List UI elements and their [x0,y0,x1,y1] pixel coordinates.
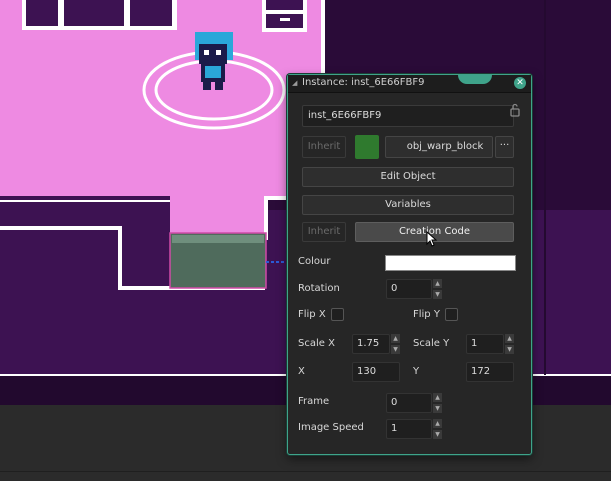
panel-accent-notch [458,75,492,84]
scalex-input[interactable]: 1.75 [352,334,390,354]
instance-name-field[interactable]: inst_6E66FBF9 [302,105,514,127]
object-more-button[interactable]: ··· [495,136,514,158]
scaley-input[interactable]: 1 [466,334,504,354]
rotation-label: Rotation [298,283,340,294]
panel-title: Instance: inst_6E66FBF9 [302,77,425,88]
collapse-triangle-icon[interactable]: ◢ [292,79,297,87]
y-label: Y [413,366,420,377]
frame-label: Frame [298,396,330,407]
close-icon[interactable]: ✕ [514,77,526,89]
image-speed-spinner[interactable]: ▲ ▼ [433,419,442,439]
panel-titlebar[interactable]: ◢ Instance: inst_6E66FBF9 ✕ [288,75,531,93]
edit-object-button[interactable]: Edit Object [302,167,514,187]
lock-icon[interactable] [510,103,520,117]
frame-input[interactable]: 0 [386,393,432,413]
scalex-spinner[interactable]: ▲ ▼ [391,334,400,354]
scaley-label: Scale Y [413,338,450,349]
x-input[interactable]: 130 [352,362,400,382]
object-select-button[interactable]: obj_warp_block [385,136,493,158]
colour-swatch[interactable] [385,255,516,271]
scaley-spinner[interactable]: ▲ ▼ [505,334,514,354]
flipy-label: Flip Y [413,309,440,320]
rotation-input[interactable]: 0 [386,279,432,299]
flipy-checkbox[interactable] [445,308,458,321]
flipx-checkbox[interactable] [331,308,344,321]
y-input[interactable]: 172 [466,362,514,382]
inherit-code-button[interactable]: Inherit [302,222,346,242]
x-label: X [298,366,305,377]
scalex-label: Scale X [298,338,335,349]
rotation-spinner[interactable]: ▲ ▼ [433,279,442,299]
image-speed-label: Image Speed [298,422,364,433]
frame-spinner[interactable]: ▲ ▼ [433,393,442,413]
flipx-label: Flip X [298,309,326,320]
inherit-object-button[interactable]: Inherit [302,136,346,158]
instance-panel: ◢ Instance: inst_6E66FBF9 ✕ inst_6E66FBF… [287,74,532,455]
variables-button[interactable]: Variables [302,195,514,215]
mouse-cursor-icon [426,231,438,247]
image-speed-input[interactable]: 1 [386,419,432,439]
colour-label: Colour [298,256,331,267]
object-sprite-swatch[interactable] [355,135,379,159]
